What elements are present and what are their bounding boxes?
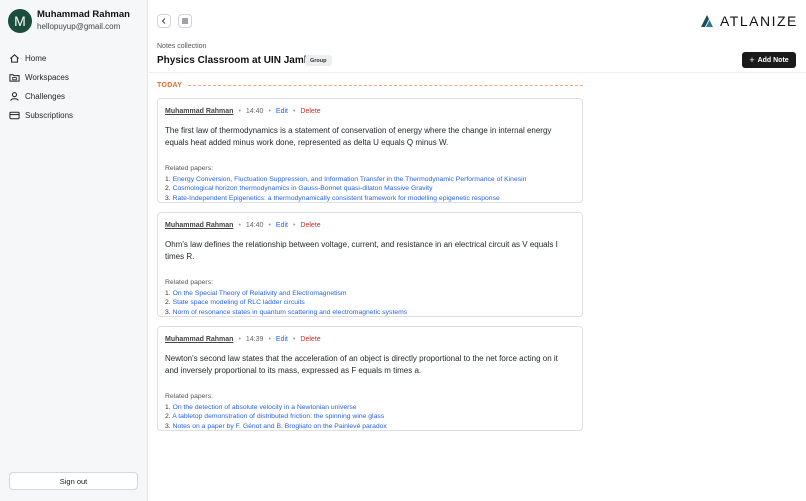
note-time: 14:39 — [245, 336, 264, 343]
sidebar: M Muhammad Rahman hellopuyup@gmail.com H… — [0, 0, 148, 501]
folder-icon — [9, 74, 20, 82]
separator-dot: • — [292, 336, 296, 343]
separator-dot: • — [292, 222, 296, 229]
separator-dot: • — [268, 336, 271, 343]
note-body: Newton's second law states that the acce… — [165, 354, 558, 375]
edit-button[interactable]: Edit — [276, 336, 288, 343]
credit-card-icon — [9, 111, 20, 120]
note-body: Ohm's law defines the relationship betwe… — [165, 240, 558, 261]
sidebar-item-label: Challenges — [25, 92, 66, 101]
atlanize-logo-icon — [701, 15, 713, 27]
related-papers-label: Related papers: — [165, 393, 213, 400]
related-paper-link[interactable]: A tabletop demonstration of distributed … — [172, 413, 384, 420]
sidebar-item-workspaces[interactable]: Workspaces — [9, 68, 139, 87]
brand-name: ATLANIZE — [720, 13, 798, 29]
header-divider — [149, 72, 806, 73]
group-badge: Group — [305, 55, 332, 66]
brand-logo[interactable]: ATLANIZE — [700, 13, 798, 29]
section-divider — [188, 85, 583, 86]
related-paper-item: 1. On the detection of absolute velocity… — [165, 404, 357, 411]
home-icon — [10, 54, 19, 63]
avatar: M — [8, 9, 32, 33]
delete-button[interactable]: Delete — [300, 336, 320, 343]
related-papers-list: 1. On the Special Theory of Relativity a… — [165, 289, 407, 317]
related-paper-item: 1. Energy Conversion, Fluctuation Suppre… — [165, 176, 527, 183]
delete-button[interactable]: Delete — [300, 222, 320, 229]
sidebar-nav: Home Workspaces Challenges Subscriptions — [9, 49, 139, 125]
note-card: Muhammad Rahman • 14:40 • Edit • Delete … — [157, 212, 583, 317]
note-time: 14:40 — [245, 222, 264, 229]
note-author[interactable]: Muhammad Rahman — [165, 108, 233, 115]
user-email: hellopuyup@gmail.com — [37, 22, 121, 31]
related-paper-link[interactable]: Energy Conversion, Fluctuation Suppressi… — [173, 176, 527, 183]
separator-dot: • — [238, 336, 241, 343]
sidebar-item-label: Home — [25, 54, 47, 63]
sidebar-item-label: Workspaces — [25, 73, 69, 82]
sidebar-item-home[interactable]: Home — [9, 49, 139, 68]
related-paper-item: 3. Notes on a paper by F. Génot and B. B… — [165, 422, 387, 430]
back-button[interactable] — [157, 14, 171, 28]
user-name: Muhammad Rahman — [37, 9, 130, 20]
related-paper-link[interactable]: State space modeling of RLC ladder circu… — [173, 299, 305, 306]
note-author[interactable]: Muhammad Rahman — [165, 336, 233, 343]
sign-out-button[interactable]: Sign out — [9, 472, 138, 490]
separator-dot: • — [292, 108, 296, 115]
related-paper-item: 2. Cosmological horizon thermodynamics i… — [165, 185, 433, 193]
plus-icon: + — [749, 55, 755, 65]
page-title: Physics Classroom at UIN Jambi — [157, 55, 313, 66]
related-papers-label: Related papers: — [165, 279, 213, 286]
note-time: 14:40 — [245, 108, 264, 115]
edit-button[interactable]: Edit — [276, 108, 288, 115]
sidebar-item-subscriptions[interactable]: Subscriptions — [9, 106, 139, 125]
related-paper-link[interactable]: Notes on a paper by F. Génot and B. Brog… — [173, 423, 387, 430]
related-paper-item: 2. State space modeling of RLC ladder ci… — [165, 299, 305, 307]
note-card: Muhammad Rahman • 14:39 • Edit • Delete … — [157, 326, 583, 431]
add-note-button[interactable]: + Add Note — [742, 52, 796, 68]
menu-button[interactable] — [178, 14, 192, 28]
user-icon — [10, 92, 19, 101]
section-header-today: TODAY — [157, 82, 583, 89]
separator-dot: • — [268, 108, 271, 115]
separator-dot: • — [268, 222, 271, 229]
menu-icon — [182, 18, 188, 24]
related-paper-item: 1. On the Special Theory of Relativity a… — [165, 290, 347, 297]
related-papers-label: Related papers: — [165, 165, 213, 172]
related-paper-link[interactable]: Norm of resonance states in quantum scat… — [173, 309, 408, 316]
separator-dot: • — [238, 108, 241, 115]
section-label: TODAY — [157, 82, 183, 89]
note-body: The first law of thermodynamics is a sta… — [165, 126, 552, 147]
collection-label: Notes collection — [157, 43, 207, 50]
separator-dot: • — [238, 222, 241, 229]
note-card: Muhammad Rahman • 14:40 • Edit • Delete … — [157, 98, 583, 203]
related-paper-link[interactable]: Rate-Independent Epigenetics: a thermody… — [173, 195, 500, 202]
related-paper-link[interactable]: On the Special Theory of Relativity and … — [173, 290, 347, 297]
sidebar-item-label: Subscriptions — [25, 111, 74, 120]
related-paper-item: 3. Norm of resonance states in quantum s… — [165, 308, 408, 316]
related-paper-item: 3. Rate-Independent Epigenetics: a therm… — [165, 194, 500, 202]
sidebar-item-challenges[interactable]: Challenges — [9, 87, 139, 106]
related-paper-link[interactable]: On the detection of absolute velocity in… — [173, 404, 357, 411]
add-note-label: Add Note — [757, 56, 789, 64]
chevron-left-icon — [161, 18, 166, 24]
edit-button[interactable]: Edit — [276, 222, 288, 229]
delete-button[interactable]: Delete — [300, 108, 320, 115]
user-profile[interactable]: M Muhammad Rahman hellopuyup@gmail.com — [8, 9, 130, 33]
related-paper-link[interactable]: Cosmological horizon thermodynamics in G… — [173, 185, 433, 192]
related-papers-list: 1. Energy Conversion, Fluctuation Suppre… — [165, 175, 526, 203]
related-papers-list: 1. On the detection of absolute velocity… — [165, 403, 387, 431]
related-paper-item: 2. A tabletop demonstration of distribut… — [165, 413, 385, 421]
note-author[interactable]: Muhammad Rahman — [165, 222, 233, 229]
